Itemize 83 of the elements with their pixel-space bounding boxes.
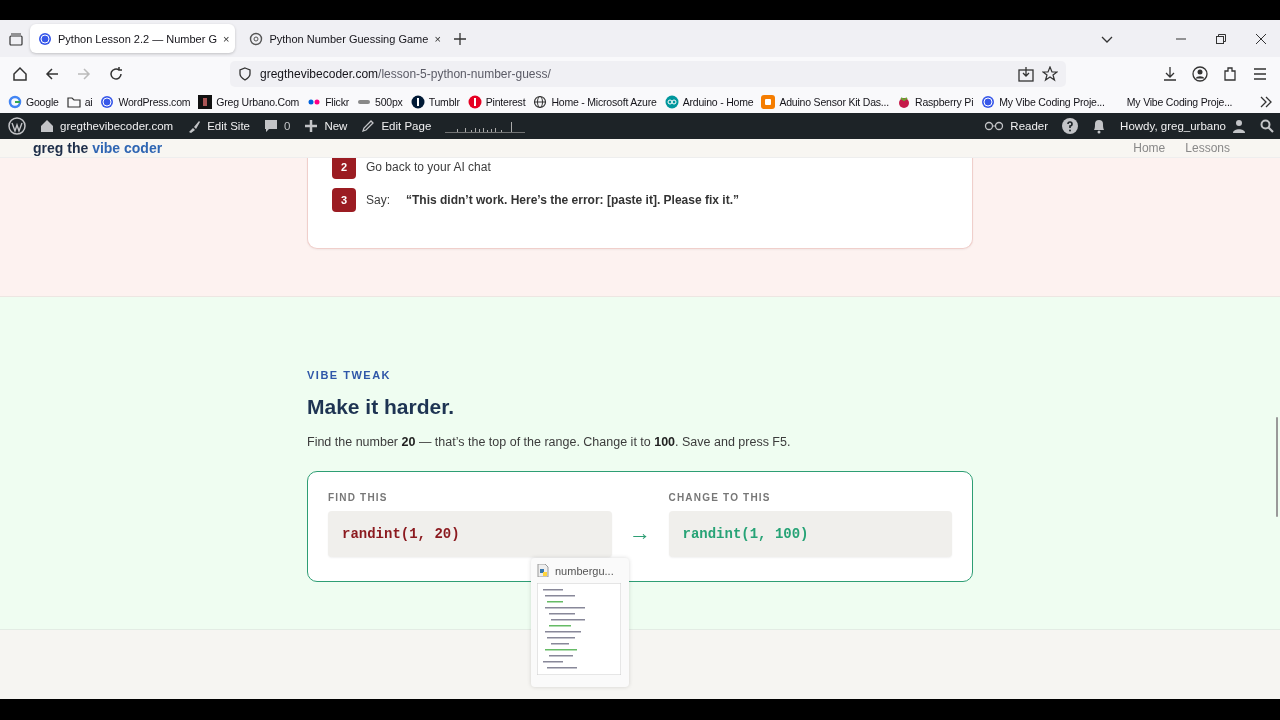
step-number: 3 [332, 188, 356, 212]
glasses-icon [984, 121, 1005, 131]
brush-icon [187, 119, 202, 133]
arrow-text: → [629, 522, 651, 544]
bookmark[interactable]: WordPress.com [100, 95, 191, 109]
more-bookmarks-icon[interactable] [1260, 96, 1272, 108]
reload-icon[interactable] [108, 66, 124, 82]
tab-list-icon[interactable] [8, 30, 24, 47]
bookmark[interactable]: Raspberry Pi [897, 95, 974, 109]
shield-icon [238, 67, 252, 81]
bookmark[interactable]: Tumblr [410, 95, 460, 109]
close-icon[interactable]: × [222, 32, 230, 45]
code-label: FIND THIS [328, 492, 388, 503]
google-icon [8, 95, 22, 109]
section-text: Find the number 20 — that’s the top of the range. Change it to 100. Save and press F5. [307, 435, 791, 449]
blogger-icon [761, 95, 776, 109]
bookmark[interactable]: Flickr [307, 95, 350, 109]
reader-link[interactable]: Reader [984, 120, 1049, 132]
infinity-icon [664, 95, 679, 109]
new-tab-icon[interactable] [452, 31, 467, 46]
site-title[interactable]: greg the vibe coder [33, 140, 163, 156]
admin-bar-link[interactable]: Edit Page [361, 119, 432, 133]
menu-icon[interactable] [1252, 66, 1268, 82]
code-label: CHANGE TO THIS [668, 492, 771, 503]
bookmark[interactable]: Home - Microsoft Azure [533, 95, 657, 109]
quote-text: “This didn’t work. Here’s the error: [paste it]. Please fix it.” [406, 193, 739, 207]
user-menu[interactable]: Howdy, greg_urbano [1120, 119, 1246, 133]
url-text: gregthevibecoder.com/lesson-5-python-number-guess/ [260, 67, 551, 81]
wordpress-icon [38, 31, 52, 46]
home-icon[interactable] [12, 66, 28, 82]
code-block: randint(1, 100) [668, 511, 952, 557]
bookmark[interactable]: 500px [357, 95, 403, 109]
comment-icon [264, 119, 278, 133]
section-heading: Make it harder. [307, 395, 455, 419]
step-text: Go back to your AI chat [366, 160, 491, 174]
download-icon[interactable] [1162, 66, 1178, 82]
bookmark-star-icon[interactable] [1042, 66, 1058, 82]
account-icon[interactable] [1192, 66, 1208, 82]
folder-icon [66, 95, 81, 109]
user-icon [1232, 119, 1246, 133]
thumbnail-title: numbergu... [555, 564, 614, 577]
bookmark[interactable]: Aduino Sensor Kit Das... [761, 95, 889, 109]
bookmark[interactable]: My Vibe Coding Proje... [981, 95, 1105, 109]
plus-icon [304, 119, 319, 133]
globe-icon [533, 95, 548, 109]
bookmark[interactable]: Greg Urbano.Com [198, 95, 300, 109]
pencil-icon [361, 119, 376, 133]
close-icon[interactable] [1256, 33, 1266, 44]
wordpress-icon[interactable] [8, 117, 26, 135]
window-thumbnail[interactable]: numbergu... [531, 558, 629, 687]
code-block: randint(1, 20) [328, 511, 612, 557]
section-eyebrow: VIBE TWEAK [307, 369, 392, 381]
back-icon[interactable] [44, 66, 60, 82]
bookmark[interactable]: Pinterest [467, 95, 526, 109]
pinterest-icon [467, 95, 482, 109]
bookmark[interactable]: ai [66, 95, 93, 109]
address-bar[interactable]: gregthevibecoder.com/lesson-5-python-number-guess/ [230, 61, 1066, 87]
home-icon [40, 119, 54, 133]
extensions-icon[interactable] [1222, 66, 1238, 82]
admin-bar-link[interactable]: 0 [264, 119, 291, 133]
bookmark[interactable]: Arduino - Home [664, 95, 754, 109]
python-file-icon [537, 564, 549, 577]
admin-bar-link[interactable]: New [304, 119, 348, 133]
admin-bar-link[interactable]: Edit Site [187, 119, 250, 133]
restore-icon[interactable] [1216, 33, 1226, 44]
save-page-icon[interactable] [1018, 66, 1034, 82]
photo-icon [198, 95, 213, 109]
bookmark[interactable]: Google [8, 95, 59, 109]
close-icon[interactable]: × [434, 32, 441, 45]
bookmark[interactable]: My Vibe Coding Proje... [1126, 96, 1233, 108]
browser-tab[interactable]: Python Number Guessing Game × [241, 24, 447, 53]
wordpress-icon [981, 95, 996, 109]
search-icon[interactable] [1260, 119, 1274, 133]
step-number: 2 [332, 158, 356, 179]
tumblr-icon [410, 95, 425, 109]
bell-icon[interactable] [1092, 118, 1107, 134]
browser-tab[interactable]: Python Lesson 2.2 — Number G × [30, 24, 236, 53]
step-label: Say: [366, 193, 390, 207]
raspberry-icon [897, 95, 911, 109]
wordpress-icon [100, 95, 115, 109]
admin-bar-link[interactable]: gregthevibecoder.com [40, 119, 174, 133]
spiral-icon [249, 31, 264, 46]
help-icon[interactable] [1062, 118, 1079, 134]
